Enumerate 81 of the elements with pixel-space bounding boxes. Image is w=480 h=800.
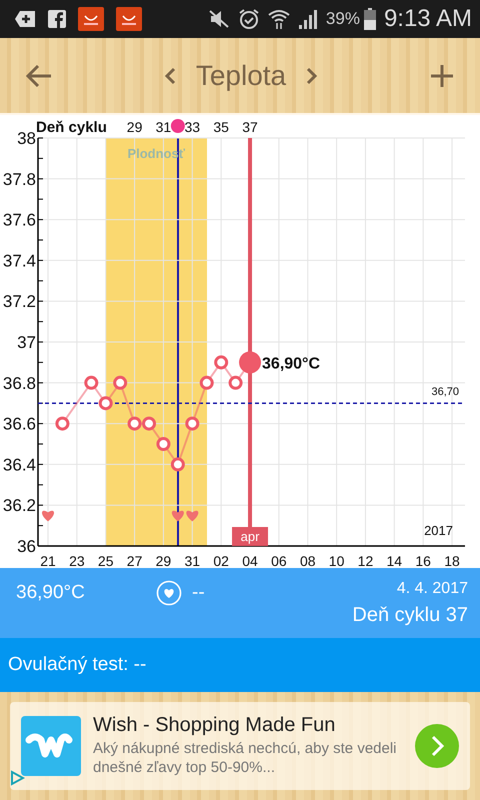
- temperature-point: [228, 376, 243, 390]
- x-tick-label: 10: [328, 553, 344, 568]
- x-tick-label: 06: [271, 553, 287, 568]
- x-tick-label: 14: [386, 553, 402, 568]
- heart-icon: [42, 510, 54, 522]
- intercourse-value: --: [192, 582, 205, 604]
- y-tick-label: 36.2: [2, 496, 36, 516]
- x-tick-label: 21: [40, 553, 56, 568]
- y-tick-label: 38: [17, 129, 36, 148]
- wifi-icon: [268, 8, 290, 30]
- alarm-icon: [238, 8, 260, 30]
- signal-icon: [298, 9, 318, 29]
- facebook-icon: [48, 10, 66, 28]
- temperature-point: [142, 416, 156, 431]
- ad-banner[interactable]: Wish - Shopping Made Fun Aký nákupné strediská nechcú, aby ste vedeli dnešné zľavy top 50-90%...: [10, 702, 470, 790]
- ovulation-marker: [170, 119, 185, 133]
- y-tick-label: 36.6: [2, 414, 36, 434]
- x-tick-label: 23: [69, 553, 85, 568]
- clock: 9:13 AM: [384, 5, 472, 33]
- chevron-right-icon[interactable]: [306, 66, 318, 84]
- date: 4. 4. 2017: [396, 580, 468, 598]
- screen-title: Teplota: [196, 60, 286, 92]
- x-tick-label: 25: [98, 553, 114, 568]
- battery-percent: 39%: [326, 9, 360, 29]
- x-tick-label: 18: [444, 553, 460, 568]
- x-tick-label: 12: [358, 553, 374, 568]
- average-label: 36,70: [431, 386, 459, 398]
- shopping-app-icon: [116, 7, 142, 31]
- back-icon[interactable]: [26, 64, 52, 86]
- cycle-day-label: 29: [126, 119, 142, 135]
- y-tick-label: 37: [17, 333, 36, 352]
- temperature-point: [170, 457, 185, 472]
- temperature-point: [98, 396, 113, 410]
- y-tick-label: 37.6: [2, 210, 36, 230]
- cycle-day-label: 37: [242, 119, 258, 135]
- temperature-point: [185, 416, 200, 431]
- app-logo-icon: [21, 716, 81, 776]
- heart-icon: [172, 510, 184, 522]
- month-tag: [232, 527, 268, 546]
- cycle-axis-title: Deň cyklu: [36, 119, 107, 136]
- cycle-day-label: 35: [213, 119, 229, 135]
- year-label: 2017: [424, 523, 453, 538]
- cycle-day-label: 33: [184, 119, 200, 135]
- x-tick-label: 08: [300, 553, 316, 568]
- temperature-point: [55, 416, 70, 431]
- ad-title: Wish - Shopping Made Fun: [93, 714, 336, 738]
- x-tick-label: 27: [126, 553, 142, 568]
- x-tick-label: 02: [213, 553, 229, 568]
- chevron-right-icon[interactable]: [415, 724, 459, 768]
- notification-add-icon: [14, 10, 36, 28]
- cycle-day: Deň cyklu 37: [352, 604, 468, 627]
- mute-icon: [208, 9, 230, 29]
- x-tick-label: 31: [184, 553, 200, 568]
- y-tick-label: 37.8: [2, 170, 36, 189]
- temperature-point: [113, 376, 128, 390]
- y-tick-label: 37.4: [2, 251, 36, 270]
- add-icon[interactable]: [430, 64, 454, 88]
- y-tick-label: 36: [17, 537, 36, 556]
- x-tick-label: 04: [242, 553, 258, 568]
- ad-description: Aký nákupné strediská nechcú, aby ste vedeli dnešné zľavy top 50-90%...: [93, 740, 398, 778]
- ad-choices-icon[interactable]: [9, 770, 25, 786]
- heart-icon: [186, 510, 198, 522]
- month-label: apr: [240, 529, 260, 544]
- temperature-point: [128, 416, 142, 431]
- x-tick-label: 29: [156, 553, 172, 568]
- temperature-point: [214, 355, 228, 370]
- temperature-point: [200, 376, 214, 390]
- selected-value: 36,90°C: [262, 355, 320, 372]
- y-tick-label: 36.8: [2, 374, 36, 393]
- battery-icon: [364, 8, 376, 30]
- chevron-left-icon[interactable]: [164, 66, 176, 84]
- y-tick-label: 37.2: [2, 292, 36, 312]
- cycle-day-label: 31: [156, 119, 172, 135]
- ovulation-test-label: Ovulačný test: --: [8, 654, 146, 676]
- x-tick-label: 16: [415, 553, 431, 568]
- shopping-app-icon: [78, 7, 104, 31]
- temperature-point: [84, 376, 98, 390]
- temperature-point: [156, 437, 170, 451]
- selected-point: [239, 351, 262, 374]
- temperature-value: 36,90°C: [16, 582, 86, 604]
- y-tick-label: 36.4: [2, 455, 36, 474]
